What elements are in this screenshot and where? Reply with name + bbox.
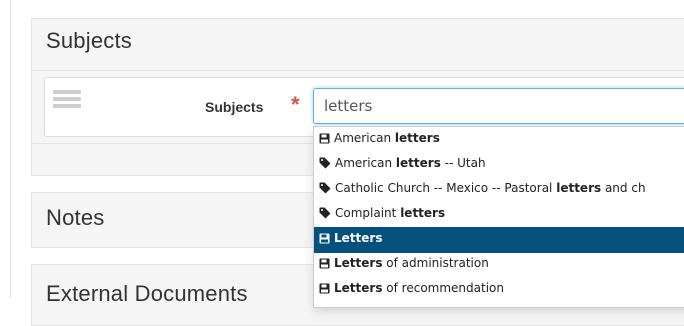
suggestion-match: Letters [334, 256, 383, 270]
suggestion-item[interactable]: American letters -- Utah [314, 152, 684, 178]
suggestion-match: letters [394, 131, 440, 145]
suggestion-prefix: American [334, 131, 395, 145]
suggestion-prefix: American [335, 156, 396, 170]
subjects-panel-title: Subjects [46, 28, 132, 53]
suggestion-suffix: and ch [601, 181, 646, 195]
subjects-field-label: Subjects [205, 99, 264, 115]
suggestion-match: letters [556, 181, 602, 195]
suggestion-item[interactable]: Complaint letters [314, 202, 684, 228]
suggestion-item[interactable]: Letters of recommendation [314, 277, 684, 303]
external-documents-panel-title: External Documents [46, 281, 248, 306]
suggestion-match: Letters [334, 281, 383, 295]
suggestion-item[interactable]: Catholic Church -- Mexico -- Pastoral le… [314, 177, 684, 203]
suggestion-item[interactable]: Letters of administration [314, 252, 684, 278]
suggestion-match: letters [395, 156, 441, 170]
subjects-search-input[interactable] [313, 88, 684, 124]
suggestion-item[interactable]: Letters [314, 227, 684, 253]
required-asterisk: * [291, 92, 300, 117]
floppy-icon [319, 258, 330, 272]
suggestion-suffix: of administration [382, 256, 489, 270]
tag-icon [319, 182, 331, 197]
tag-icon [319, 157, 331, 172]
drag-handle-icon[interactable] [53, 90, 81, 110]
suggestion-prefix: Catholic Church -- Mexico -- Pastoral [335, 181, 557, 195]
suggestion-suffix: of recommendation [382, 281, 504, 295]
left-rail-divider [10, 0, 11, 298]
suggestion-match: Letters [334, 231, 383, 245]
left-rail [0, 0, 10, 298]
autocomplete-dropdown: American letters American letters -- Utah… [313, 126, 684, 308]
suggestion-suffix: -- Utah [440, 156, 486, 170]
suggestion-prefix: Complaint [335, 206, 401, 220]
floppy-icon [319, 233, 330, 247]
suggestion-match: letters [400, 206, 446, 220]
notes-panel-title: Notes [46, 205, 105, 230]
suggestion-item[interactable]: American letters [314, 127, 684, 153]
floppy-icon [319, 283, 330, 297]
panel-divider [32, 70, 684, 71]
tag-icon [319, 207, 331, 222]
floppy-icon [319, 133, 330, 147]
